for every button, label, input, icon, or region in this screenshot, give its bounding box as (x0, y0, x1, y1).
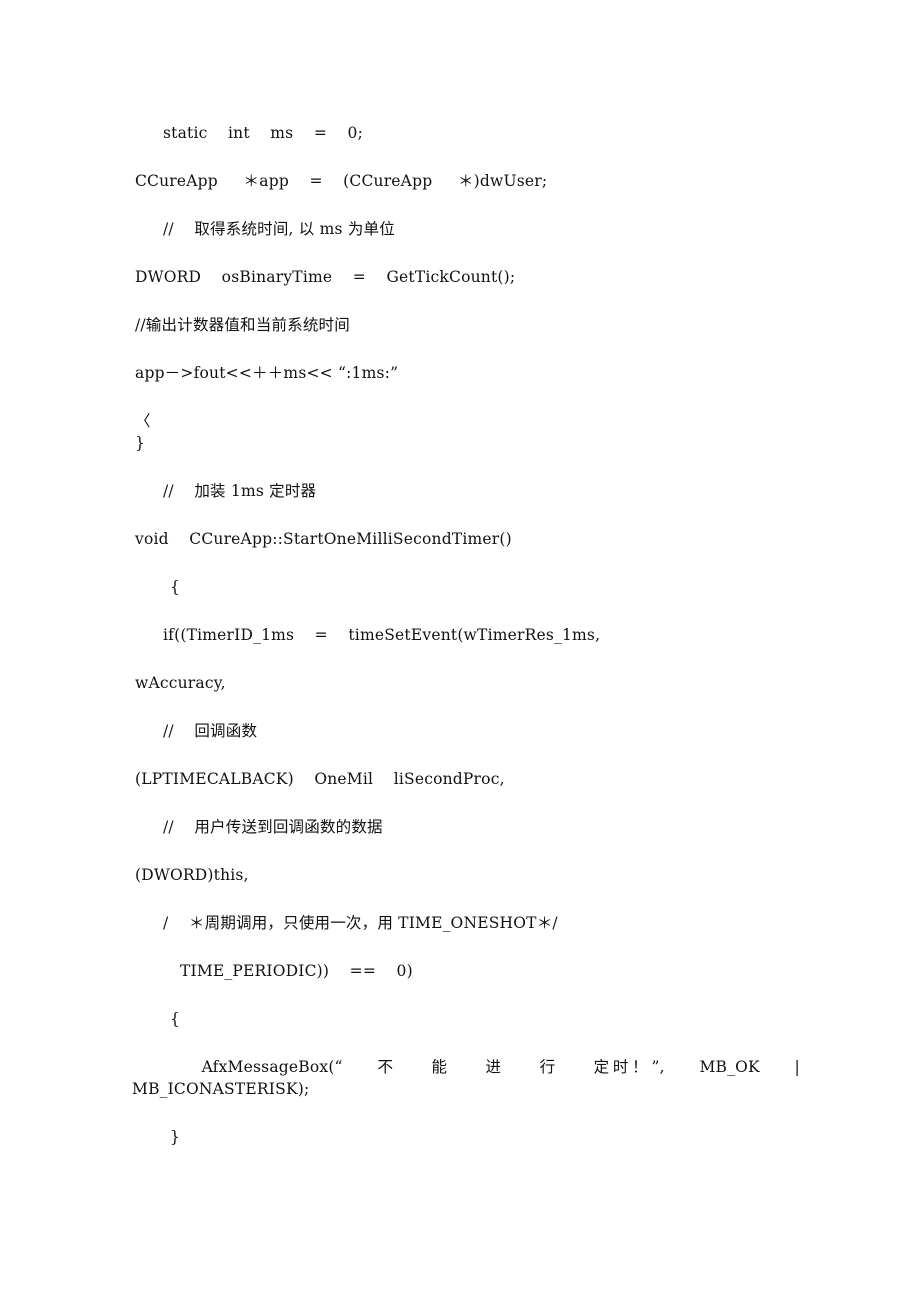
code-comment-line: / ＊周期调用，只使用一次，用 TIME_ONESHOT＊/ (163, 914, 558, 932)
code-comment-line: // 加装 1ms 定时器 (163, 482, 317, 500)
code-line: AfxMessageBox(“ 不 能 进 行 定时！”, MB_OK | MB… (132, 1058, 821, 1098)
code-comment-line: // 用户传送到回调函数的数据 (163, 818, 383, 836)
document-page: static int ms = 0; CCureApp ＊app = (CCur… (0, 0, 920, 1302)
code-line: (DWORD)this, (135, 866, 249, 884)
code-line: if((TimerID_1ms = timeSetEvent(wTimerRes… (163, 626, 601, 644)
code-line: DWORD osBinaryTime = GetTickCount(); (135, 268, 516, 286)
code-line: wAccuracy, (135, 674, 226, 692)
code-listing-body: static int ms = 0; CCureApp ＊app = (CCur… (132, 122, 800, 1174)
code-line: CCureApp ＊app = (CCureApp ＊)dwUser; (135, 172, 548, 190)
code-line: } (170, 1128, 181, 1146)
code-comment-line: // 回调函数 (163, 722, 258, 740)
code-line: { (170, 578, 181, 596)
code-line: TIME_PERIODIC)) == 0) (180, 962, 413, 980)
code-line: } (135, 434, 146, 452)
code-line: static int ms = 0; (163, 124, 364, 142)
code-comment-line: // 取得系统时间, 以 ms 为单位 (163, 220, 395, 238)
code-line: { (170, 1010, 181, 1028)
code-line: void CCureApp::StartOneMilliSecondTimer(… (135, 530, 512, 548)
code-line: app－>fout<<＋＋ms<< “:1ms:” (135, 364, 399, 382)
code-line: 〈 (135, 412, 151, 430)
code-comment-line: //输出计数器值和当前系统时间 (135, 316, 350, 334)
code-line: (LPTIMECALBACK) OneMil liSecondProc, (135, 770, 505, 788)
